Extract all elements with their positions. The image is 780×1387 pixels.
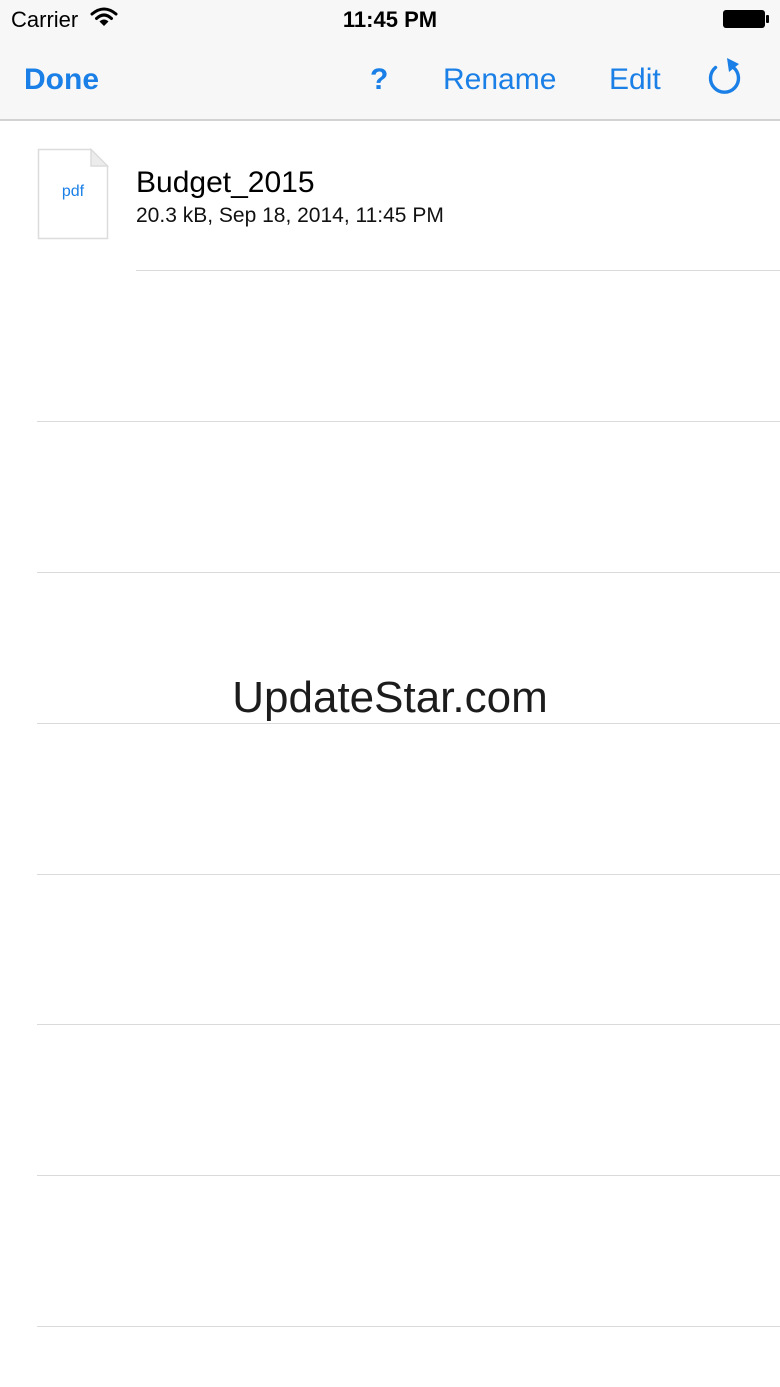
pdf-file-icon: pdf [37, 148, 109, 240]
help-button[interactable]: ? [370, 62, 388, 98]
rename-button[interactable]: Rename [443, 62, 556, 98]
edit-button[interactable]: Edit [609, 62, 661, 98]
watermark-text: UpdateStar.com [232, 673, 548, 722]
status-time: 11:45 PM [342, 7, 438, 32]
top-bar: Carrier 11:45 PM Done ? Rename Edit [0, 0, 780, 121]
battery-full-icon [722, 9, 770, 31]
file-details: 20.3 kB, Sep 18, 2014, 11:45 PM [136, 204, 444, 227]
file-list-item[interactable]: pdf Budget_2015 20.3 kB, Sep 18, 2014, 1… [0, 121, 780, 271]
row-separator [37, 1175, 780, 1176]
row-separator [37, 572, 780, 573]
file-type-label: pdf [61, 183, 85, 200]
status-bar: Carrier 11:45 PM [0, 0, 780, 40]
row-separator [136, 270, 780, 271]
row-separator [37, 874, 780, 875]
file-name: Budget_2015 [136, 166, 315, 199]
navigation-bar: Done ? Rename Edit [0, 40, 780, 120]
row-separator [37, 1326, 780, 1327]
row-separator [37, 1024, 780, 1025]
refresh-icon[interactable] [705, 56, 745, 98]
row-separator [37, 421, 780, 422]
done-button[interactable]: Done [24, 62, 99, 98]
